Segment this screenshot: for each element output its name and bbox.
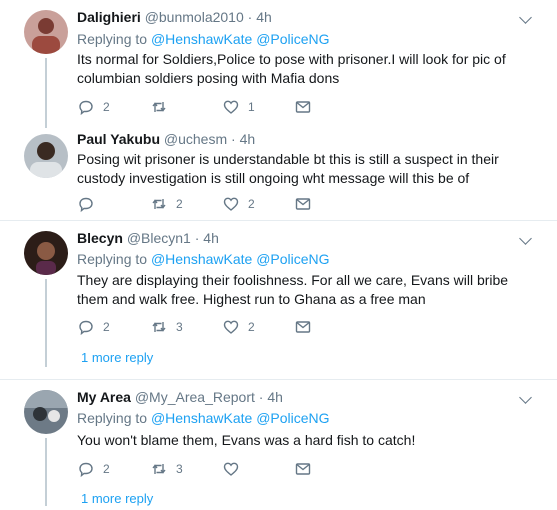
retweet-button[interactable]: 3 (150, 317, 183, 337)
separator-dot: · (247, 9, 253, 25)
handle[interactable]: @uchesm (164, 131, 227, 147)
retweet-button[interactable]: 3 (150, 459, 183, 479)
timestamp[interactable]: 4h (256, 9, 272, 25)
direct-message-icon (295, 198, 311, 210)
replying-to: Replying to @HenshawKate @PoliceNG (77, 31, 330, 47)
replying-to: Replying to @HenshawKate @PoliceNG (77, 410, 330, 426)
avatar[interactable] (24, 10, 68, 54)
like-icon (223, 462, 239, 476)
timestamp[interactable]: 4h (203, 230, 219, 246)
timestamp[interactable]: 4h (240, 131, 256, 147)
timestamp[interactable]: 4h (267, 389, 283, 405)
direct-message-icon (295, 463, 311, 475)
tweet-3[interactable]: Blecyn @Blecyn1 · 4h Replying to @Hensha… (0, 221, 557, 379)
display-name[interactable]: Paul Yakubu (77, 131, 160, 147)
display-name[interactable]: Blecyn (77, 230, 123, 246)
like-icon (223, 197, 239, 211)
handle[interactable]: @bunmola2010 (145, 9, 244, 25)
replying-to: Replying to @HenshawKate @PoliceNG (77, 251, 330, 267)
reply-button[interactable]: 2 (77, 459, 110, 479)
reply-icon (79, 100, 93, 116)
reply-button[interactable]: 2 (77, 97, 110, 117)
avatar[interactable] (24, 231, 68, 275)
chevron-down-icon[interactable] (519, 232, 532, 245)
direct-message-button[interactable] (294, 317, 312, 337)
like-count: 2 (248, 197, 255, 211)
more-replies-link[interactable]: 1 more reply (81, 350, 153, 365)
reply-button[interactable]: 2 (77, 317, 110, 337)
tweet-text: Posing wit prisoner is understandable bt… (77, 151, 499, 186)
like-button[interactable]: 1 (222, 97, 255, 117)
mention-link[interactable]: @HenshawKate (151, 31, 252, 47)
retweet-count: 2 (176, 197, 183, 211)
reply-count: 2 (103, 462, 110, 476)
tweet-text: You won't blame them, Evans was a hard f… (77, 432, 416, 448)
mention-link[interactable]: @PoliceNG (256, 31, 329, 47)
like-button[interactable]: 2 (222, 317, 255, 337)
direct-message-button[interactable] (294, 459, 312, 479)
retweet-button[interactable] (150, 97, 176, 117)
handle[interactable]: @My_Area_Report (135, 389, 255, 405)
replying-label: Replying to (77, 410, 148, 426)
retweet-button[interactable]: 2 (150, 194, 183, 214)
separator-dot: · (194, 230, 200, 246)
tweet-text: Its normal for Soldiers,Police to pose w… (77, 51, 506, 86)
avatar[interactable] (24, 134, 68, 178)
mention-link[interactable]: @HenshawKate (151, 251, 252, 267)
reply-count: 2 (103, 320, 110, 334)
retweet-count: 3 (176, 320, 183, 334)
retweet-count: 3 (176, 462, 183, 476)
tweet-1[interactable]: Dalighieri @bunmola2010 · 4h Replying to… (0, 0, 557, 128)
reply-icon (79, 462, 93, 478)
like-icon (223, 320, 239, 334)
thread-line (45, 58, 47, 128)
thread-line (45, 438, 47, 506)
display-name[interactable]: Dalighieri (77, 9, 141, 25)
direct-message-icon (295, 321, 311, 333)
chevron-down-icon[interactable] (519, 391, 532, 404)
chevron-down-icon[interactable] (519, 11, 532, 24)
reply-button[interactable] (77, 194, 103, 214)
replying-label: Replying to (77, 251, 148, 267)
reply-icon (79, 320, 93, 336)
display-name[interactable]: My Area (77, 389, 131, 405)
retweet-icon (152, 199, 166, 209)
tweet-text: They are displaying their foolishness. F… (77, 272, 509, 307)
retweet-icon (152, 102, 166, 112)
thread-line (45, 279, 47, 367)
like-count: 2 (248, 320, 255, 334)
reply-count: 2 (103, 100, 110, 114)
like-icon (223, 100, 239, 114)
reply-icon (79, 197, 93, 213)
replying-label: Replying to (77, 31, 148, 47)
mention-link[interactable]: @PoliceNG (256, 251, 329, 267)
avatar[interactable] (24, 390, 68, 434)
tweet-2[interactable]: Paul Yakubu @uchesm · 4h Posing wit pris… (0, 125, 557, 220)
handle[interactable]: @Blecyn1 (127, 230, 191, 246)
direct-message-button[interactable] (294, 194, 312, 214)
direct-message-button[interactable] (294, 97, 312, 117)
more-replies-link[interactable]: 1 more reply (81, 491, 153, 506)
direct-message-icon (295, 101, 311, 113)
tweet-4[interactable]: My Area @My_Area_Report · 4h Replying to… (0, 380, 557, 510)
separator-dot: · (231, 131, 236, 147)
separator-dot: · (258, 389, 264, 405)
like-button[interactable]: 2 (222, 194, 255, 214)
retweet-icon (152, 464, 166, 474)
like-count: 1 (248, 100, 255, 114)
mention-link[interactable]: @HenshawKate (151, 410, 252, 426)
retweet-icon (152, 322, 166, 332)
like-button[interactable] (222, 459, 248, 479)
mention-link[interactable]: @PoliceNG (256, 410, 329, 426)
